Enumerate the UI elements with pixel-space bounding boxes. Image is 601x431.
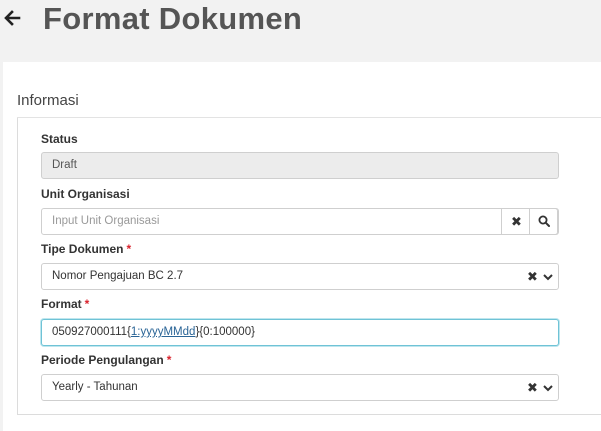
- status-value: Draft: [52, 159, 77, 171]
- form-card: Informasi Status Draft Unit Organisasi I…: [3, 62, 601, 431]
- arrow-left-icon[interactable]: [3, 9, 21, 27]
- close-icon[interactable]: ✖: [527, 380, 538, 396]
- periode-pengulangan-label: Periode Pengulangan *: [41, 353, 172, 367]
- tipe-dokumen-value: Nomor Pengajuan BC 2.7: [52, 270, 184, 282]
- format-value: 050927000111{1:yyyyMMdd}{0:100000}: [52, 326, 255, 338]
- required-mark: *: [126, 242, 132, 256]
- unit-organisasi-label: Unit Organisasi: [41, 187, 130, 201]
- tipe-dokumen-select[interactable]: Nomor Pengajuan BC 2.7 ✖: [41, 263, 559, 290]
- format-input[interactable]: 050927000111{1:yyyyMMdd}{0:100000}: [41, 319, 559, 346]
- format-suffix: {0:100000}: [199, 326, 255, 338]
- format-date-token: 1:yyyyMMdd: [130, 326, 196, 338]
- periode-pengulangan-select[interactable]: Yearly - Tahunan ✖: [41, 374, 559, 401]
- page-title: Format Dokumen: [43, 1, 303, 36]
- unit-organisasi-placeholder: Input Unit Organisasi: [52, 215, 160, 227]
- clear-button[interactable]: ✖: [501, 208, 530, 235]
- search-button[interactable]: [529, 208, 558, 235]
- close-icon: ✖: [511, 214, 522, 229]
- section-title: Informasi: [17, 92, 79, 109]
- status-label: Status: [41, 132, 78, 146]
- status-field: Draft: [41, 152, 559, 179]
- close-icon[interactable]: ✖: [527, 269, 538, 285]
- periode-pengulangan-value: Yearly - Tahunan: [52, 381, 138, 393]
- format-prefix: 050927000111: [52, 326, 128, 338]
- required-mark: *: [84, 297, 90, 311]
- search-icon: [538, 215, 550, 227]
- format-label: Format *: [41, 297, 90, 311]
- unit-organisasi-input[interactable]: Input Unit Organisasi ✖: [41, 208, 559, 235]
- chevron-down-icon[interactable]: [542, 271, 554, 283]
- required-mark: *: [166, 353, 172, 367]
- chevron-down-icon[interactable]: [542, 382, 554, 394]
- page-header: Format Dokumen: [0, 0, 601, 60]
- tipe-dokumen-label: Tipe Dokumen *: [41, 242, 132, 256]
